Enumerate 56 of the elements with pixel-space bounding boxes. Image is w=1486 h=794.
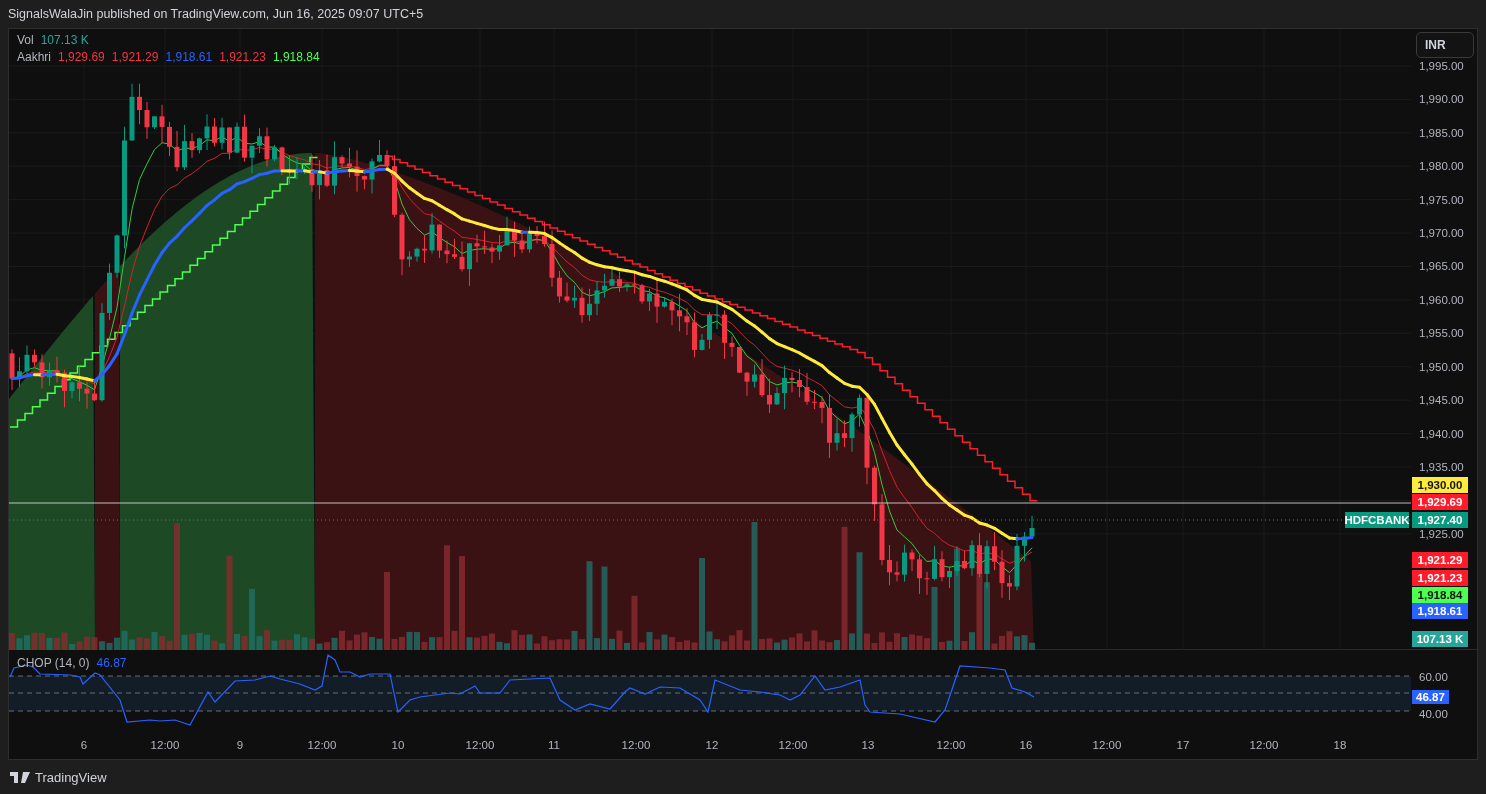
price-axis-label: 1,980.00 (1419, 160, 1464, 173)
indicator-value: 1,921.29 (111, 50, 159, 64)
volume-label: Vol (17, 33, 34, 47)
volume-value: 107.13 K (40, 33, 89, 47)
time-axis-label: 12:00 (778, 739, 808, 751)
time-axis-label: 17 (1176, 739, 1190, 751)
price-axis-label: 1,995.00 (1419, 60, 1464, 72)
chop-axis-label: 60.00 (1419, 671, 1448, 683)
price-axis-label: 1,965.00 (1419, 260, 1464, 273)
indicator-value: 1,918.84 (272, 50, 320, 64)
indicator-value: 1,918.61 (165, 50, 213, 64)
price-axis-label: 1,950.00 (1419, 360, 1464, 373)
time-axis-label: 6 (80, 739, 88, 751)
price-axis-label: 1,955.00 (1419, 327, 1464, 340)
price-axis-label: 1,985.00 (1419, 126, 1464, 139)
time-axis-label: 10 (391, 739, 405, 751)
price-axis-label: 1,960.00 (1419, 293, 1464, 306)
chop-value: 46.87 (96, 656, 127, 670)
brand-name: TradingView (35, 769, 107, 785)
price-tag: 1,921.29 (1412, 552, 1468, 568)
time-axis-label: 12:00 (621, 739, 651, 751)
indicator-value: 1,929.69 (58, 50, 105, 64)
price-tag: 1,918.84 (1412, 587, 1468, 603)
time-axis-label: 11 (548, 739, 560, 751)
time-axis-label: 12:00 (936, 739, 966, 751)
price-axis-label: 1,935.00 (1419, 460, 1464, 473)
time-axis-label: 12 (705, 739, 719, 751)
time-axis-label: 9 (236, 739, 244, 751)
price-tag: 107.13 K (1412, 631, 1468, 647)
symbol-tag: HDFCBANK (1345, 512, 1409, 528)
indicator-name: Aakhri (17, 50, 51, 64)
price-tag: 1,929.69 (1412, 494, 1468, 510)
price-axis-label: 1,945.00 (1419, 394, 1464, 407)
indicator-value: 1,921.23 (219, 50, 266, 64)
time-axis-label: 12:00 (1249, 739, 1279, 751)
price-axis-label: 1,975.00 (1419, 193, 1464, 206)
price-tag: 1,921.23 (1412, 570, 1468, 586)
time-axis-label: 16 (1019, 739, 1033, 751)
price-axis-label: 1,970.00 (1419, 227, 1464, 240)
time-axis-label: 12:00 (150, 739, 180, 751)
time-axis-label: 12:00 (1092, 739, 1122, 751)
chop-value-tag: 46.87 (1412, 690, 1449, 704)
time-axis-label: 12:00 (465, 739, 495, 751)
time-axis-label: 12:00 (307, 739, 337, 751)
price-tag: 1,918.61 (1412, 603, 1468, 619)
publish-caption: SignalsWalaJin published on TradingView.com, Jun 16, 2025 09:07 UTC+5 (7, 6, 425, 23)
time-axis-label: 13 (861, 739, 875, 751)
price-tag: 1,930.00 (1412, 477, 1468, 493)
time-axis-label: 18 (1333, 739, 1347, 751)
price-axis-label: 1,940.00 (1419, 427, 1464, 440)
price-tag: 1,927.40 (1412, 512, 1468, 528)
price-axis-label: 1,990.00 (1419, 93, 1464, 106)
chop-label: CHOP (14, 0) (17, 656, 90, 670)
currency-button[interactable]: INR (1416, 32, 1474, 58)
price-axis-label: 1,925.00 (1419, 527, 1464, 540)
chop-axis-label: 40.00 (1419, 708, 1448, 720)
